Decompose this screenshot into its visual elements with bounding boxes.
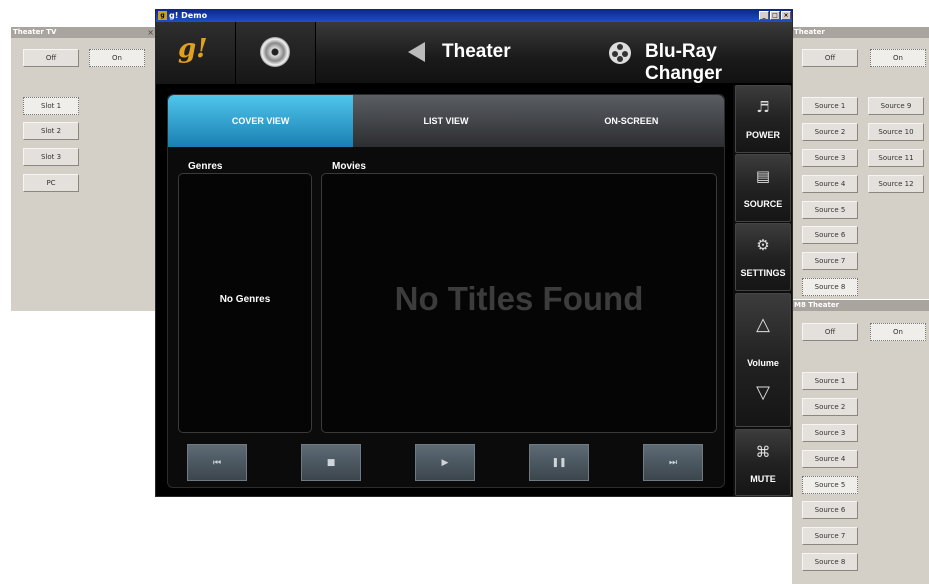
m8-source-8-button[interactable]: Source 8 (802, 553, 858, 571)
power-button[interactable]: ♬ POWER (735, 85, 791, 153)
movies-grid[interactable]: No Titles Found (321, 173, 717, 433)
slot-2-button[interactable]: Slot 2 (23, 122, 79, 140)
gear-icon: ⚙ (756, 236, 770, 254)
theater-source-4-button[interactable]: Source 4 (802, 175, 858, 193)
m8-source-3-button[interactable]: Source 3 (802, 424, 858, 442)
m8-source-2-button[interactable]: Source 2 (802, 398, 858, 416)
remote-icon: ▤ (755, 167, 771, 185)
settings-label: SETTINGS (740, 268, 786, 278)
g-logo: g! (178, 34, 208, 64)
theater-source-10-button[interactable]: Source 10 (868, 123, 924, 141)
theater-source-5-button[interactable]: Source 5 (802, 201, 858, 219)
theater-source-11-button[interactable]: Source 11 (868, 149, 924, 167)
m8-source-5-button[interactable]: Source 5 (802, 476, 858, 494)
skip-back-button[interactable]: ⏮ (187, 444, 247, 481)
m8-source-7-button[interactable]: Source 7 (802, 527, 858, 545)
theater-source-12-button[interactable]: Source 12 (868, 175, 924, 193)
app-icon: g (158, 11, 167, 20)
m8-source-4-button[interactable]: Source 4 (802, 450, 858, 468)
theater-tv-on-button[interactable]: On (89, 49, 145, 67)
genres-list[interactable]: No Genres (178, 173, 312, 433)
side-menu: ♬ POWER ▤ SOURCE ⚙ SETTINGS △ Volume ▽ ⌘… (733, 85, 792, 496)
pause-button[interactable]: ❚❚ (529, 444, 589, 481)
m8-theater-title-text: M8 Theater (794, 301, 840, 309)
theater-source-1-button[interactable]: Source 1 (802, 97, 858, 115)
view-tabs: COVER VIEW LIST VIEW ON-SCREEN (168, 95, 724, 147)
volume-down-icon[interactable]: ▽ (736, 382, 790, 403)
skip-forward-button[interactable]: ⏭ (643, 444, 703, 481)
m8-off-button[interactable]: Off (802, 323, 858, 341)
window-titlebar[interactable]: g g! Demo _ □ × (156, 10, 792, 22)
m8-theater-panel: M8 Theater Off On Source 1 Source 2 Sour… (792, 300, 929, 584)
slot-1-button[interactable]: Slot 1 (23, 97, 79, 115)
stop-button[interactable]: ■ (301, 444, 361, 481)
theater-tv-title: Theater TV × (11, 27, 156, 38)
theater-off-button[interactable]: Off (802, 49, 858, 67)
g-demo-window: g g! Demo _ □ × g! Theater Blu-Ray Chang… (155, 9, 793, 497)
tab-cover-view[interactable]: COVER VIEW (168, 95, 354, 147)
no-titles-text: No Titles Found (394, 280, 644, 317)
m8-source-1-button[interactable]: Source 1 (802, 372, 858, 390)
top-bar: g! Theater Blu-Ray Changer (156, 22, 792, 84)
volume-control: △ Volume ▽ (735, 293, 791, 427)
play-button[interactable]: ▶ (415, 444, 475, 481)
close-icon[interactable]: × (781, 11, 791, 20)
theater-tv-off-button[interactable]: Off (23, 49, 79, 67)
settings-button[interactable]: ⚙ SETTINGS (735, 223, 791, 291)
disc-icon (260, 37, 290, 67)
device-title: Blu-Ray Changer (645, 41, 723, 84)
minimize-icon[interactable]: _ (759, 11, 769, 20)
tab-on-screen[interactable]: ON-SCREEN (538, 95, 724, 147)
media-browser: COVER VIEW LIST VIEW ON-SCREEN Genres Mo… (167, 94, 725, 488)
m8-theater-title: M8 Theater (792, 300, 929, 311)
theater-on-button[interactable]: On (870, 49, 926, 67)
home-logo-button[interactable]: g! (156, 22, 236, 84)
tab-list-view[interactable]: LIST VIEW (353, 95, 539, 147)
m8-source-6-button[interactable]: Source 6 (802, 501, 858, 519)
back-arrow-icon[interactable] (408, 42, 425, 62)
music-note-icon: ♬ (756, 98, 770, 116)
power-label: POWER (745, 130, 780, 140)
zone-title[interactable]: Theater (442, 41, 511, 63)
theater-tv-title-text: Theater TV (13, 28, 57, 36)
mute-icon: ⌘ (755, 443, 771, 461)
theater-tv-panel: Theater TV × Off On Slot 1 Slot 2 Slot 3… (11, 27, 156, 311)
theater-source-3-button[interactable]: Source 3 (802, 149, 858, 167)
theater-source-7-button[interactable]: Source 7 (802, 252, 858, 270)
theater-source-9-button[interactable]: Source 9 (868, 97, 924, 115)
theater-source-8-button[interactable]: Source 8 (802, 278, 858, 296)
genres-label: Genres (188, 161, 223, 172)
volume-label: Volume (747, 358, 779, 368)
source-label: SOURCE (743, 199, 783, 209)
pc-button[interactable]: PC (23, 174, 79, 192)
movies-label: Movies (332, 161, 366, 172)
theater-panel: Theater Off On Source 1 Source 2 Source … (792, 27, 929, 299)
no-genres-text: No Genres (219, 294, 271, 305)
window-controls: _ □ × (759, 11, 791, 20)
slot-3-button[interactable]: Slot 3 (23, 148, 79, 166)
m8-on-button[interactable]: On (870, 323, 926, 341)
mute-label: MUTE (750, 474, 776, 484)
source-button[interactable]: ▤ SOURCE (735, 154, 791, 222)
mute-button[interactable]: ⌘ MUTE (735, 429, 791, 496)
theater-source-6-button[interactable]: Source 6 (802, 226, 858, 244)
disc-button[interactable] (236, 22, 316, 84)
maximize-icon[interactable]: □ (770, 11, 780, 20)
volume-up-icon[interactable]: △ (736, 314, 790, 335)
theater-source-2-button[interactable]: Source 2 (802, 123, 858, 141)
film-reel-icon (609, 42, 631, 64)
theater-title: Theater (792, 27, 929, 38)
window-title: g! Demo (169, 11, 208, 20)
theater-title-text: Theater (794, 28, 825, 36)
close-icon[interactable]: × (147, 27, 154, 38)
